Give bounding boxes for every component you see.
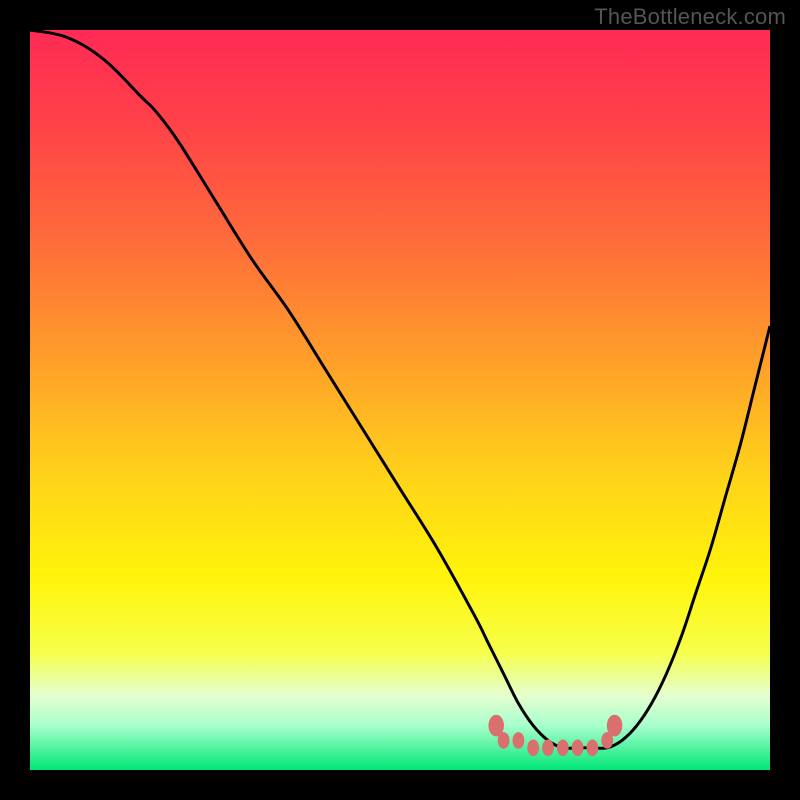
highlight-dot xyxy=(542,740,554,757)
highlight-dot xyxy=(527,740,539,757)
highlight-dot xyxy=(512,732,524,749)
watermark-text: TheBottleneck.com xyxy=(594,4,786,30)
highlight-end-dot xyxy=(488,715,504,737)
highlight-dot xyxy=(586,740,598,757)
highlight-dot xyxy=(572,740,584,757)
highlight-dots xyxy=(30,30,770,770)
highlight-dot xyxy=(557,740,569,757)
chart-frame: TheBottleneck.com xyxy=(0,0,800,800)
plot-area xyxy=(30,30,770,770)
highlight-end-dot xyxy=(607,715,623,737)
